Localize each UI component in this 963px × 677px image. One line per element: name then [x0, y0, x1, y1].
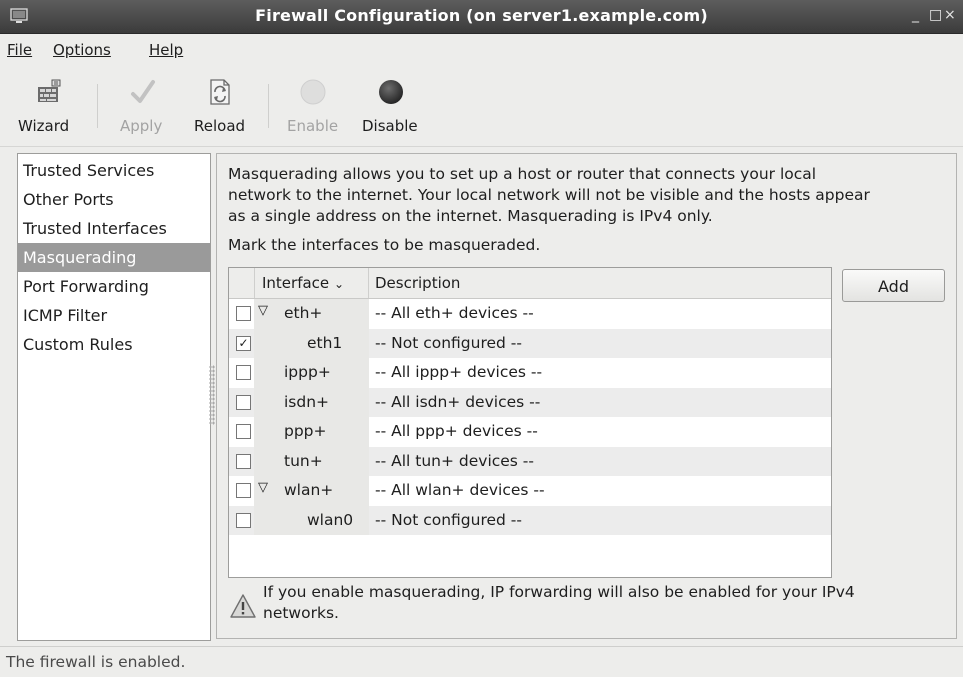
- reload-label: Reload: [194, 117, 246, 135]
- menu-help-label: Help: [149, 41, 184, 59]
- header-interface[interactable]: Interface ⌄: [254, 268, 369, 298]
- table-row[interactable]: isdn+ -- All isdn+ devices --: [229, 387, 831, 417]
- sidebar-item-custom-rules[interactable]: Custom Rules: [18, 330, 210, 359]
- warning-icon: [230, 594, 256, 618]
- sidebar-item-icmp-filter[interactable]: ICMP Filter: [18, 301, 210, 330]
- expander-triangle-icon[interactable]: ▽: [258, 303, 268, 318]
- sidebar-item-trusted-interfaces[interactable]: Trusted Interfaces: [18, 214, 210, 243]
- header-checkbox-column[interactable]: [229, 268, 255, 298]
- wizard-icon: [38, 79, 61, 102]
- row-interface: eth+: [284, 304, 323, 322]
- row-description: -- Not configured --: [375, 333, 522, 352]
- row-interface: wlan+: [284, 481, 334, 499]
- warning-line: If you enable masquerading, IP forwardin…: [263, 583, 855, 601]
- table-row[interactable]: ▽ eth+ -- All eth+ devices --: [229, 299, 831, 329]
- row-description: -- Not configured --: [375, 510, 522, 529]
- disable-label: Disable: [362, 117, 418, 135]
- table-row[interactable]: ▽ wlan+ -- All wlan+ devices --: [229, 476, 831, 506]
- menu-options[interactable]: Options: [53, 41, 111, 59]
- title-bar[interactable]: Firewall Configuration (on server1.examp…: [0, 0, 963, 34]
- disable-button[interactable]: Disable: [355, 66, 430, 144]
- enable-circle-icon: [300, 79, 326, 105]
- row-interface: ppp+: [284, 422, 327, 440]
- menu-file-label: File: [7, 41, 33, 59]
- row-checkbox[interactable]: [236, 365, 251, 380]
- maximize-button[interactable]: □: [929, 7, 942, 23]
- row-checkbox[interactable]: ✓: [236, 335, 251, 351]
- category-list: Trusted Services Other Ports Trusted Int…: [17, 153, 211, 641]
- header-description[interactable]: Description: [369, 268, 460, 298]
- table-row[interactable]: ✓ eth1 -- Not configured --: [229, 328, 831, 358]
- table-row[interactable]: ppp+ -- All ppp+ devices --: [229, 417, 831, 447]
- enable-button[interactable]: Enable: [281, 66, 347, 144]
- toolbar: Wizard Apply Reload Enable Disable: [0, 66, 963, 147]
- row-interface: tun+: [284, 451, 323, 470]
- row-checkbox[interactable]: [236, 453, 251, 469]
- table-row[interactable]: tun+ -- All tun+ devices --: [229, 446, 831, 476]
- add-button-label: Add: [878, 277, 909, 296]
- expander-triangle-icon[interactable]: ▽: [258, 480, 268, 495]
- masquerading-panel: Masquerading allows you to set up a host…: [216, 153, 957, 639]
- firewall-configuration-window: Firewall Configuration (on server1.examp…: [0, 0, 963, 676]
- checkmark-icon: [131, 80, 155, 103]
- row-description: -- All tun+ devices --: [375, 451, 534, 470]
- row-interface: wlan0: [307, 510, 354, 529]
- table-header: Interface ⌄ Description: [229, 268, 831, 299]
- row-checkbox[interactable]: [236, 394, 251, 410]
- reload-icon: [210, 79, 230, 105]
- description-line: Masquerading allows you to set up a host…: [228, 165, 817, 183]
- window-title: Firewall Configuration (on server1.examp…: [255, 6, 708, 25]
- apply-label: Apply: [120, 117, 163, 135]
- status-text: The firewall is enabled.: [6, 653, 186, 671]
- row-checkbox[interactable]: [236, 306, 251, 321]
- table-row[interactable]: wlan0 -- Not configured --: [229, 505, 831, 535]
- masquerading-description: Masquerading allows you to set up a host…: [228, 164, 953, 227]
- row-description: -- All ppp+ devices --: [375, 422, 538, 440]
- sort-chevron-down-icon: ⌄: [333, 277, 344, 291]
- toolbar-separator: [97, 84, 98, 128]
- row-interface: eth1: [307, 333, 343, 352]
- wizard-button[interactable]: Wizard: [0, 66, 86, 144]
- menu-bar: File Options Help: [0, 34, 963, 65]
- header-interface-label: Interface: [262, 274, 330, 292]
- row-description: -- All isdn+ devices --: [375, 392, 541, 411]
- reload-button[interactable]: Reload: [192, 66, 258, 144]
- toolbar-separator: [268, 84, 269, 128]
- add-interface-button[interactable]: Add: [842, 269, 945, 302]
- warning-line: networks.: [263, 604, 339, 622]
- disable-circle-icon: [379, 80, 403, 104]
- row-checkbox[interactable]: [236, 424, 251, 439]
- row-checkbox[interactable]: [236, 483, 251, 498]
- table-row[interactable]: ippp+ -- All ippp+ devices --: [229, 358, 831, 388]
- wizard-label: Wizard: [18, 117, 70, 135]
- row-interface: isdn+: [284, 392, 330, 411]
- menu-options-label: Options: [53, 41, 111, 59]
- row-interface: ippp+: [284, 363, 331, 381]
- mark-interfaces-label: Mark the interfaces to be masqueraded.: [228, 236, 541, 254]
- row-description: -- All ippp+ devices --: [375, 363, 543, 381]
- sidebar-item-trusted-services[interactable]: Trusted Services: [18, 156, 210, 185]
- row-description: -- All wlan+ devices --: [375, 481, 545, 499]
- apply-button[interactable]: Apply: [110, 66, 175, 144]
- description-line: as a single address on the internet. Mas…: [228, 207, 713, 225]
- minimize-button[interactable]: _: [912, 7, 919, 23]
- sidebar-item-other-ports[interactable]: Other Ports: [18, 185, 210, 214]
- menu-file[interactable]: File: [7, 41, 32, 59]
- sidebar-item-masquerading[interactable]: Masquerading: [18, 243, 210, 272]
- ip-forwarding-warning: If you enable masquerading, IP forwardin…: [263, 582, 923, 624]
- row-checkbox[interactable]: [236, 512, 251, 528]
- enable-label: Enable: [287, 117, 339, 135]
- description-line: network to the internet. Your local netw…: [228, 186, 870, 204]
- sidebar-item-port-forwarding[interactable]: Port Forwarding: [18, 272, 210, 301]
- pane-resize-handle[interactable]: [209, 365, 215, 425]
- menu-help[interactable]: Help: [149, 41, 183, 59]
- row-description: -- All eth+ devices --: [375, 304, 534, 322]
- close-button[interactable]: ×: [944, 7, 956, 23]
- interfaces-table: Interface ⌄ Description ▽ eth+ -- All et…: [228, 267, 832, 578]
- status-bar: The firewall is enabled.: [0, 646, 963, 677]
